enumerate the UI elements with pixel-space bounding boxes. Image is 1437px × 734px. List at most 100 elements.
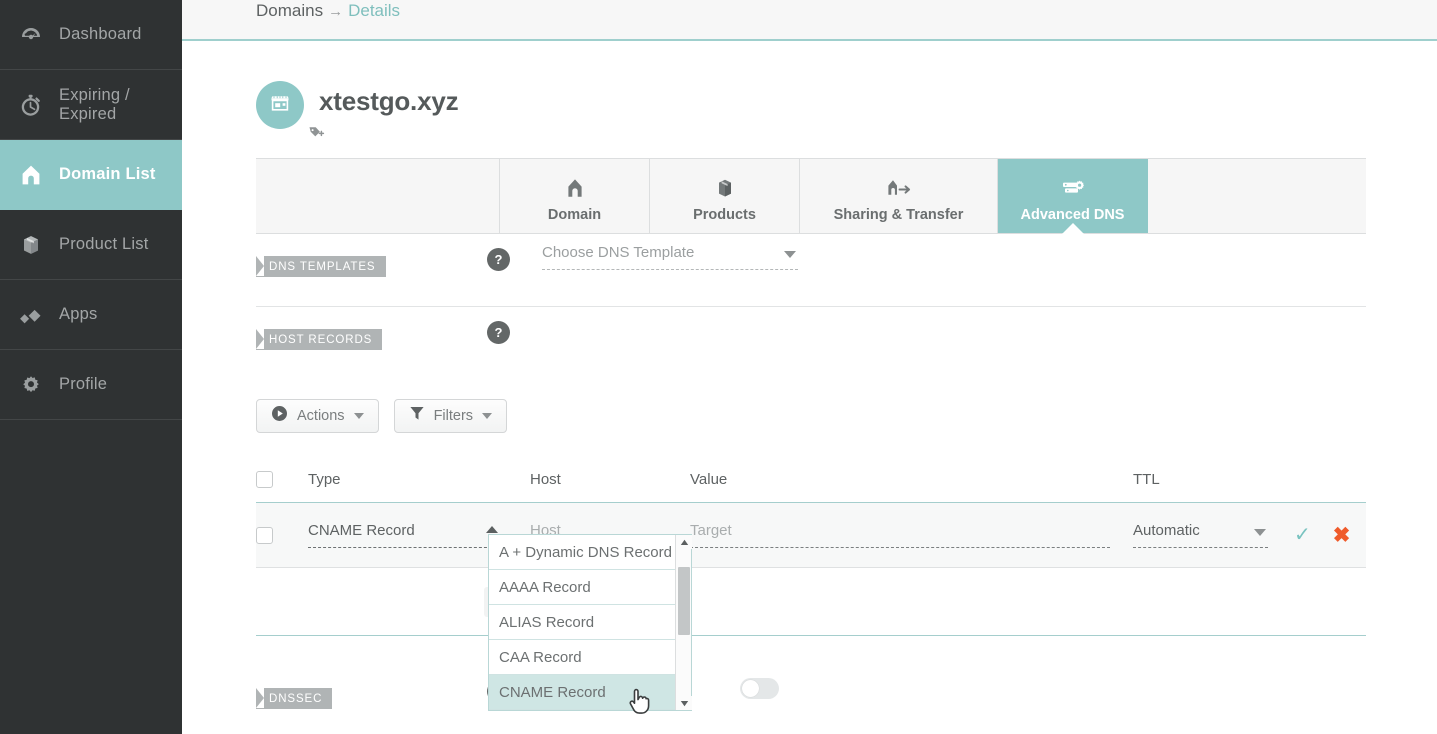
sidebar-item-label: Domain List	[59, 165, 156, 183]
dns-template-select[interactable]: Choose DNS Template	[542, 244, 798, 270]
sidebar-item-label: Dashboard	[59, 25, 142, 43]
domain-details-page: Dashboard Expiring / Expired Domain List…	[0, 0, 1437, 734]
diamonds-icon	[14, 298, 48, 332]
target-input[interactable]: Target	[690, 522, 1110, 548]
table-header-row: Type Host Value TTL	[256, 457, 1366, 503]
row-select-cell	[256, 526, 308, 544]
page-title: xtestgo.xyz	[319, 86, 459, 116]
main-content: Domains → Details xtestgo.xyz Domain Pro…	[182, 0, 1437, 734]
record-value-cell: Target	[690, 522, 1133, 548]
delete-icon[interactable]: ✖	[1333, 525, 1351, 546]
dns-template-select-value: Choose DNS Template	[542, 244, 695, 261]
breadcrumb-current[interactable]: Details	[348, 1, 400, 20]
column-header-type: Type	[308, 471, 341, 488]
confirm-icon[interactable]: ✓	[1294, 525, 1311, 545]
toggle-knob	[742, 680, 759, 697]
host-records-table: Type Host Value TTL CNAME Record Host Ta…	[256, 457, 1366, 636]
tab-sharing-transfer[interactable]: Sharing & Transfer	[800, 159, 998, 233]
save-bar: ALL CHANGES	[256, 568, 1366, 636]
sidebar-item-expiring-expired[interactable]: Expiring / Expired	[0, 70, 182, 140]
dropdown-option[interactable]: CAA Record	[489, 640, 691, 675]
dnssec-label: DNSSEC	[256, 688, 333, 709]
actions-button[interactable]: Actions	[256, 399, 379, 433]
record-type-select[interactable]: CNAME Record	[308, 522, 502, 548]
chevron-down-icon	[784, 251, 796, 258]
tab-domain[interactable]: Domain	[500, 159, 650, 233]
chevron-down-icon	[1254, 529, 1266, 536]
sidebar-item-label: Apps	[59, 305, 98, 323]
dropdown-option[interactable]: ALIAS Record	[489, 605, 691, 640]
storefront-icon	[266, 89, 294, 122]
scroll-down-icon[interactable]	[676, 696, 692, 710]
chevron-up-icon	[486, 526, 498, 533]
tab-advanced-dns[interactable]: Advanced DNS	[998, 159, 1148, 234]
tab-products[interactable]: Products	[650, 159, 800, 233]
tab-label: Products	[693, 206, 756, 223]
tab-label: Sharing & Transfer	[833, 206, 964, 223]
records-toolbar: Actions Filters	[256, 399, 1437, 433]
column-header-ttl: TTL	[1133, 471, 1160, 488]
share-transfer-icon	[885, 170, 913, 200]
record-ttl-cell: Automatic ✓ ✖	[1133, 522, 1366, 548]
dnssec-status-toggle[interactable]	[740, 678, 779, 699]
sidebar-item-label: Product List	[59, 235, 149, 253]
dns-server-icon	[1059, 170, 1087, 200]
dnssec-section: DNSSEC ? Status	[256, 666, 1437, 726]
dropdown-option[interactable]: AAAA Record	[489, 570, 691, 605]
row-actions: ✓ ✖	[1294, 525, 1350, 546]
play-circle-icon	[271, 405, 288, 427]
dropdown-option[interactable]: A + Dynamic DNS Record	[489, 535, 691, 570]
table-row: CNAME Record Host Target Automatic ✓ ✖	[256, 503, 1366, 568]
dropdown-option-selected[interactable]: CNAME Record	[489, 675, 691, 710]
help-icon[interactable]: ?	[487, 248, 510, 271]
breadcrumb-root[interactable]: Domains	[256, 1, 323, 20]
host-records-section: HOST RECORDS ?	[256, 307, 1437, 379]
house-icon	[14, 158, 48, 192]
gauge-icon	[14, 18, 48, 52]
box-icon	[713, 170, 737, 200]
tab-label: Advanced DNS	[1020, 206, 1125, 223]
actions-button-label: Actions	[297, 408, 345, 424]
column-header-host: Host	[530, 471, 561, 488]
funnel-icon	[409, 405, 425, 427]
breadcrumb: Domains → Details	[256, 1, 400, 21]
record-type-dropdown: A + Dynamic DNS Record AAAA Record ALIAS…	[488, 534, 692, 714]
filters-button[interactable]: Filters	[393, 399, 508, 433]
dropdown-scrollbar[interactable]	[675, 535, 692, 710]
tab-label: Domain	[547, 206, 602, 223]
sidebar-item-apps[interactable]: Apps	[0, 280, 182, 350]
host-records-label: HOST RECORDS	[256, 329, 383, 350]
avatar	[256, 81, 304, 129]
sidebar-item-dashboard[interactable]: Dashboard	[0, 0, 182, 70]
box-icon	[14, 228, 48, 262]
house-icon	[563, 170, 587, 200]
add-tag-icon[interactable]	[308, 125, 1437, 146]
column-header-value: Value	[690, 471, 728, 488]
row-checkbox[interactable]	[256, 526, 273, 544]
sidebar-item-domain-list[interactable]: Domain List	[0, 140, 191, 210]
tab-tail	[1148, 159, 1366, 233]
dns-templates-section: DNS TEMPLATES ? Choose DNS Template	[256, 234, 1437, 306]
scroll-up-icon[interactable]	[676, 535, 692, 549]
sidebar-item-product-list[interactable]: Product List	[0, 210, 182, 280]
select-all-checkbox[interactable]	[256, 471, 273, 488]
gear-icon	[14, 368, 48, 402]
chevron-down-icon	[482, 413, 493, 419]
domain-tabs: Domain Products Sharing & Transfer Advan…	[256, 158, 1366, 234]
scrollbar-thumb[interactable]	[678, 567, 690, 635]
sidebar-item-label: Profile	[59, 375, 108, 393]
domain-header: xtestgo.xyz	[256, 81, 1437, 129]
domain-name-wrap: xtestgo.xyz	[319, 81, 459, 121]
record-type-value: CNAME Record	[308, 522, 415, 539]
breadcrumb-separator: →	[328, 3, 344, 20]
stopwatch-icon	[14, 88, 48, 122]
select-all-cell	[256, 471, 308, 488]
top-bar: Domains → Details	[182, 0, 1437, 41]
sidebar-item-profile[interactable]: Profile	[0, 350, 182, 420]
dns-templates-label: DNS TEMPLATES	[256, 256, 386, 277]
help-icon[interactable]: ?	[487, 321, 510, 344]
sidebar-item-label: Expiring / Expired	[59, 85, 130, 123]
tab-spacer	[256, 159, 500, 233]
chevron-down-icon	[353, 413, 364, 419]
ttl-select[interactable]: Automatic	[1133, 522, 1268, 548]
